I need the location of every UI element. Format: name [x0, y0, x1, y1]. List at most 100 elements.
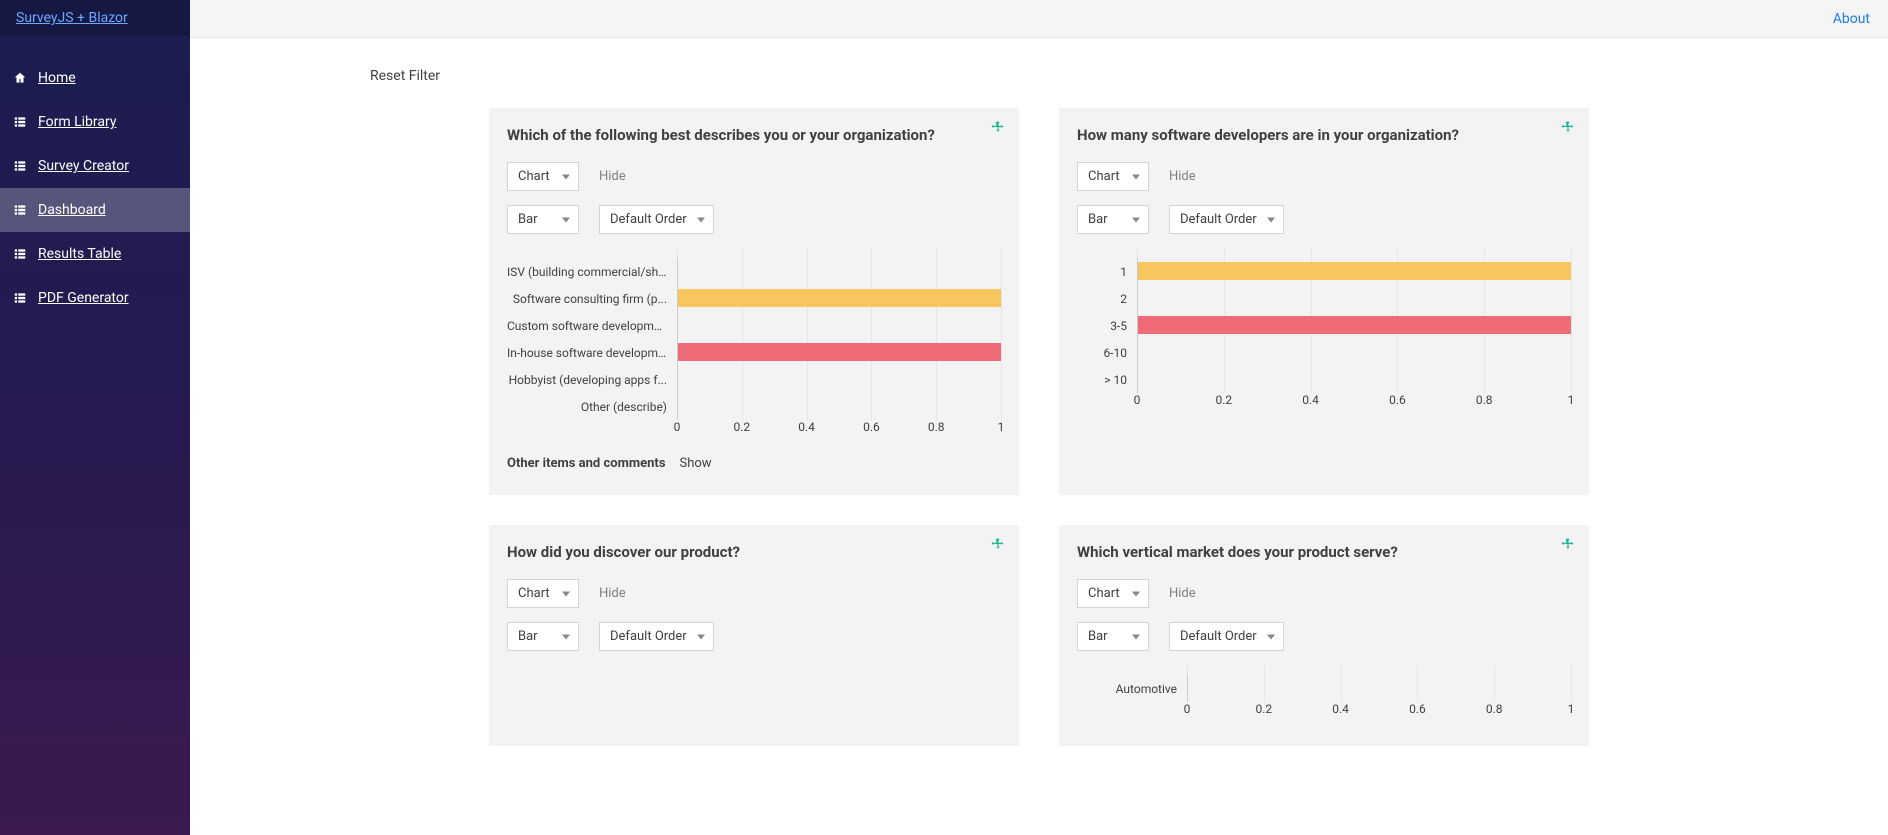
sidebar-item-label: Dashboard [38, 202, 106, 218]
chart-row: > 10 [1077, 366, 1571, 393]
chart-row: ISV (building commercial/sh... [507, 258, 1001, 285]
chart-type-select[interactable]: Bar [1077, 205, 1149, 234]
tick-label: 0.4 [798, 420, 815, 434]
hide-button[interactable]: Hide [1169, 586, 1196, 601]
category-label: 2 [1077, 292, 1137, 306]
bar-area [1137, 339, 1571, 366]
sidebar-item-pdf-generator[interactable]: PDF Generator [0, 276, 190, 320]
category-label: 6-10 [1077, 346, 1137, 360]
bar-area [677, 312, 1001, 339]
order-select[interactable]: Default Order [1169, 205, 1284, 234]
tick-label: 0.6 [863, 420, 880, 434]
sidebar-item-label: Survey Creator [38, 158, 129, 174]
bar [1138, 316, 1571, 334]
chart-panel: Which vertical market does your product … [1059, 525, 1589, 746]
order-select[interactable]: Default Order [1169, 622, 1284, 651]
list-icon [12, 158, 28, 174]
topbar: About [190, 0, 1888, 38]
chart-row: 1 [1077, 258, 1571, 285]
list-icon [12, 290, 28, 306]
move-icon[interactable] [1561, 537, 1575, 555]
tick-label: 0.6 [1389, 393, 1406, 407]
bar-area [677, 285, 1001, 312]
bar-area [1137, 312, 1571, 339]
hide-button[interactable]: Hide [599, 586, 626, 601]
bar-area [1137, 366, 1571, 393]
sidebar: SurveyJS + Blazor Home Form Library Survey… [0, 0, 190, 835]
bar-area [677, 339, 1001, 366]
brand-link[interactable]: SurveyJS + Blazor [0, 0, 190, 36]
category-label: 3-5 [1077, 319, 1137, 333]
chart-type-select[interactable]: Bar [507, 622, 579, 651]
chart-type-select[interactable]: Bar [1077, 622, 1149, 651]
panel-title: How did you discover our product? [507, 543, 1001, 561]
sidebar-item-home[interactable]: Home [0, 56, 190, 100]
view-type-select[interactable]: Chart [507, 162, 579, 191]
chart-row: 3-5 [1077, 312, 1571, 339]
bar-area [1187, 675, 1571, 702]
view-type-select[interactable]: Chart [1077, 162, 1149, 191]
bar-area [677, 258, 1001, 285]
category-label: Custom software development... [507, 319, 677, 333]
sidebar-item-label: Home [38, 70, 76, 86]
chart-panel: Which of the following best describes yo… [489, 108, 1019, 495]
nav: Home Form Library Survey Creator Dashboard R… [0, 36, 190, 320]
show-button[interactable]: Show [680, 456, 712, 471]
bar [678, 343, 1001, 361]
bar [678, 289, 1001, 307]
category-label: In-house software development [507, 346, 677, 360]
chart-plot: ISV (building commercial/sh...Software c… [507, 248, 1001, 440]
tick-label: 0 [674, 420, 681, 434]
order-select[interactable]: Default Order [599, 622, 714, 651]
chart-plot: 123-56-10> 1000.20.40.60.81 [1077, 248, 1571, 413]
other-items-label: Other items and comments [507, 456, 666, 471]
category-label: Other (describe) [507, 400, 677, 414]
list-icon [12, 246, 28, 262]
sidebar-item-label: PDF Generator [38, 290, 129, 306]
list-icon [12, 114, 28, 130]
chart-panel: How did you discover our product? Chart Hi… [489, 525, 1019, 746]
bar [1138, 262, 1571, 280]
bar-area [1137, 285, 1571, 312]
sidebar-item-results-table[interactable]: Results Table [0, 232, 190, 276]
move-icon[interactable] [1561, 120, 1575, 138]
view-type-select[interactable]: Chart [1077, 579, 1149, 608]
chart-row: 6-10 [1077, 339, 1571, 366]
sidebar-item-form-library[interactable]: Form Library [0, 100, 190, 144]
category-label: > 10 [1077, 373, 1137, 387]
chart-plot: Automotive00.20.40.60.81 [1077, 665, 1571, 722]
hide-button[interactable]: Hide [1169, 169, 1196, 184]
move-icon[interactable] [991, 537, 1005, 555]
bar-area [677, 393, 1001, 420]
chart-type-select[interactable]: Bar [507, 205, 579, 234]
chart-row: In-house software development [507, 339, 1001, 366]
tick-label: 0.4 [1302, 393, 1319, 407]
chart-row: Automotive [1077, 675, 1571, 702]
sidebar-item-survey-creator[interactable]: Survey Creator [0, 144, 190, 188]
home-icon [12, 70, 28, 86]
x-axis: 00.20.40.60.81 [677, 420, 1001, 440]
sidebar-item-dashboard[interactable]: Dashboard [0, 188, 190, 232]
bar-area [1137, 258, 1571, 285]
panel-title: Which of the following best describes yo… [507, 126, 1001, 144]
hide-button[interactable]: Hide [599, 169, 626, 184]
tick-label: 0 [1184, 702, 1191, 716]
tick-label: 0.8 [1476, 393, 1493, 407]
category-label: Automotive [1077, 682, 1187, 696]
content: Reset Filter Which of the following best… [190, 38, 1888, 776]
about-link[interactable]: About [1833, 11, 1870, 27]
order-select[interactable]: Default Order [599, 205, 714, 234]
view-type-select[interactable]: Chart [507, 579, 579, 608]
x-axis: 00.20.40.60.81 [1187, 702, 1571, 722]
category-label: Hobbyist (developing apps f... [507, 373, 677, 387]
chart-row: Software consulting firm (p... [507, 285, 1001, 312]
move-icon[interactable] [991, 120, 1005, 138]
bar-area [677, 366, 1001, 393]
reset-filter-button[interactable]: Reset Filter [370, 68, 1848, 84]
tick-label: 0.8 [928, 420, 945, 434]
category-label: 1 [1077, 265, 1137, 279]
tick-label: 1 [1568, 702, 1575, 716]
chart-row: Other (describe) [507, 393, 1001, 420]
tick-label: 1 [998, 420, 1005, 434]
tick-label: 0.2 [1215, 393, 1232, 407]
